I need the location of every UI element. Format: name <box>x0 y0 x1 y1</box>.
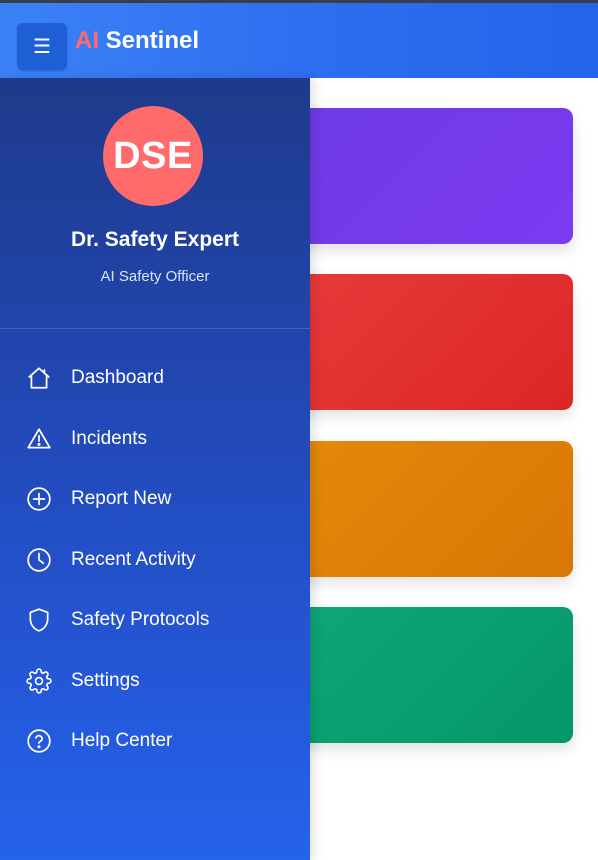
brand-text: Sentinel <box>99 27 200 54</box>
sidebar-item-label: Dashboard <box>71 367 164 389</box>
sidebar-item-safety-protocols[interactable]: Safety Protocols <box>0 590 310 651</box>
sidebar-nav: Dashboard Incidents Report New Recent Ac… <box>0 348 310 772</box>
sidebar: DSE Dr. Safety Expert AI Safety Officer … <box>0 78 310 860</box>
sidebar-item-label: Safety Protocols <box>71 609 210 631</box>
sidebar-item-incidents[interactable]: Incidents <box>0 409 310 470</box>
user-profile: DSE Dr. Safety Expert AI Safety Officer <box>0 78 310 328</box>
sidebar-item-settings[interactable]: Settings <box>0 651 310 712</box>
app-header: ☰ AI Sentinel <box>0 3 598 78</box>
sidebar-item-label: Help Center <box>71 730 173 752</box>
plus-circle-icon <box>25 485 53 513</box>
app-brand[interactable]: AI Sentinel <box>75 27 199 55</box>
brand-accent: AI <box>75 27 99 54</box>
profile-name: Dr. Safety Expert <box>70 228 240 251</box>
avatar-initials: DSE <box>113 134 193 177</box>
avatar[interactable]: DSE <box>103 106 203 206</box>
sidebar-item-report-new[interactable]: Report New <box>0 469 310 530</box>
sidebar-item-recent-activity[interactable]: Recent Activity <box>0 530 310 591</box>
sidebar-item-label: Incidents <box>71 427 148 449</box>
sidebar-item-dashboard[interactable]: Dashboard <box>0 348 310 409</box>
sidebar-item-label: Report New <box>71 488 172 510</box>
sidebar-item-help-center[interactable]: Help Center <box>0 711 310 772</box>
profile-role: AI Safety Officer <box>100 268 210 285</box>
home-icon <box>25 364 53 392</box>
warning-triangle-icon <box>25 425 53 453</box>
sidebar-divider <box>0 328 310 329</box>
clock-icon <box>25 546 53 574</box>
sidebar-item-label: Settings <box>71 669 140 691</box>
hamburger-icon: ☰ <box>33 35 51 58</box>
help-circle-icon <box>25 727 53 755</box>
sidebar-item-label: Recent Activity <box>71 548 196 570</box>
gear-icon <box>25 667 53 695</box>
shield-icon <box>25 606 53 634</box>
menu-toggle-button[interactable]: ☰ <box>17 23 67 70</box>
